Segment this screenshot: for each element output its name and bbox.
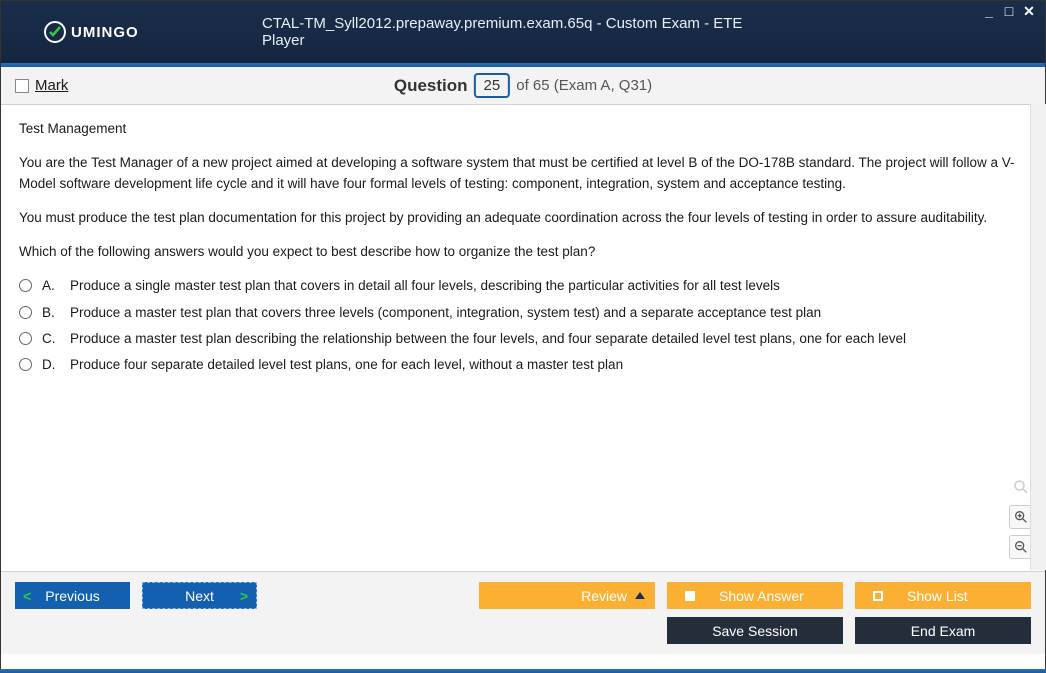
next-button[interactable]: Next >	[142, 582, 257, 609]
radio-d[interactable]	[19, 358, 32, 371]
show-answer-button[interactable]: Show Answer	[667, 582, 843, 609]
next-label: Next	[185, 588, 214, 604]
logo-checkmark-icon	[43, 20, 67, 44]
option-d[interactable]: D. Produce four separate detailed level …	[19, 355, 1027, 375]
option-a[interactable]: A. Produce a single master test plan tha…	[19, 276, 1027, 296]
window-controls: _ □ ✕	[981, 5, 1037, 19]
option-b[interactable]: B. Produce a master test plan that cover…	[19, 303, 1027, 323]
footer-row-2: Save Session End Exam	[15, 617, 1031, 644]
chevron-right-icon: >	[240, 588, 248, 604]
option-text: Produce a master test plan that covers t…	[70, 303, 1027, 323]
question-content: Test Management You are the Test Manager…	[1, 105, 1045, 571]
save-session-button[interactable]: Save Session	[667, 617, 843, 644]
previous-label: Previous	[45, 588, 99, 604]
window-title: CTAL-TM_Syll2012.prepaway.premium.exam.6…	[262, 15, 784, 49]
question-para1: You are the Test Manager of a new projec…	[19, 153, 1027, 194]
option-text: Produce a single master test plan that c…	[70, 276, 1027, 296]
radio-b[interactable]	[19, 306, 32, 319]
list-icon	[873, 591, 883, 601]
square-icon	[685, 591, 695, 601]
option-letter: B.	[42, 303, 60, 323]
option-letter: A.	[42, 276, 60, 296]
previous-button[interactable]: < Previous	[15, 582, 130, 609]
app-logo: UMINGO	[43, 20, 139, 44]
question-number: 25	[474, 73, 511, 98]
mark-label[interactable]: Mark	[35, 77, 68, 94]
mark-checkbox[interactable]	[15, 79, 29, 93]
options-list: A. Produce a single master test plan tha…	[19, 276, 1027, 375]
footer: < Previous Next > Review Show Answer Sho…	[1, 571, 1045, 654]
show-answer-label: Show Answer	[719, 588, 804, 604]
review-button[interactable]: Review	[479, 582, 655, 609]
bottom-separator	[0, 669, 1046, 673]
minimize-icon[interactable]: _	[981, 5, 997, 19]
chevron-left-icon: <	[23, 588, 31, 604]
option-text: Produce a master test plan describing th…	[70, 329, 1027, 349]
radio-a[interactable]	[19, 279, 32, 292]
end-exam-button[interactable]: End Exam	[855, 617, 1031, 644]
close-icon[interactable]: ✕	[1021, 5, 1037, 19]
option-letter: C.	[42, 329, 60, 349]
question-para3: Which of the following answers would you…	[19, 242, 1027, 262]
option-text: Produce four separate detailed level tes…	[70, 355, 1027, 375]
show-list-label: Show List	[907, 588, 968, 604]
show-list-button[interactable]: Show List	[855, 582, 1031, 609]
titlebar: UMINGO CTAL-TM_Syll2012.prepaway.premium…	[1, 1, 1045, 63]
option-letter: D.	[42, 355, 60, 375]
triangle-up-icon	[635, 592, 645, 599]
question-topic: Test Management	[19, 119, 1027, 139]
maximize-icon[interactable]: □	[1001, 5, 1017, 19]
radio-c[interactable]	[19, 332, 32, 345]
footer-row-1: < Previous Next > Review Show Answer Sho…	[15, 582, 1031, 609]
question-label: Question	[394, 76, 468, 96]
scrollbar[interactable]	[1030, 104, 1046, 570]
info-bar: Mark Question 25 of 65 (Exam A, Q31)	[1, 67, 1045, 105]
review-label: Review	[581, 588, 627, 604]
option-c[interactable]: C. Produce a master test plan describing…	[19, 329, 1027, 349]
mark-checkbox-group[interactable]: Mark	[15, 77, 68, 94]
logo-text: UMINGO	[71, 24, 139, 41]
question-para2: You must produce the test plan documenta…	[19, 208, 1027, 228]
question-of-text: of 65 (Exam A, Q31)	[516, 77, 652, 94]
question-indicator: Question 25 of 65 (Exam A, Q31)	[394, 73, 652, 98]
